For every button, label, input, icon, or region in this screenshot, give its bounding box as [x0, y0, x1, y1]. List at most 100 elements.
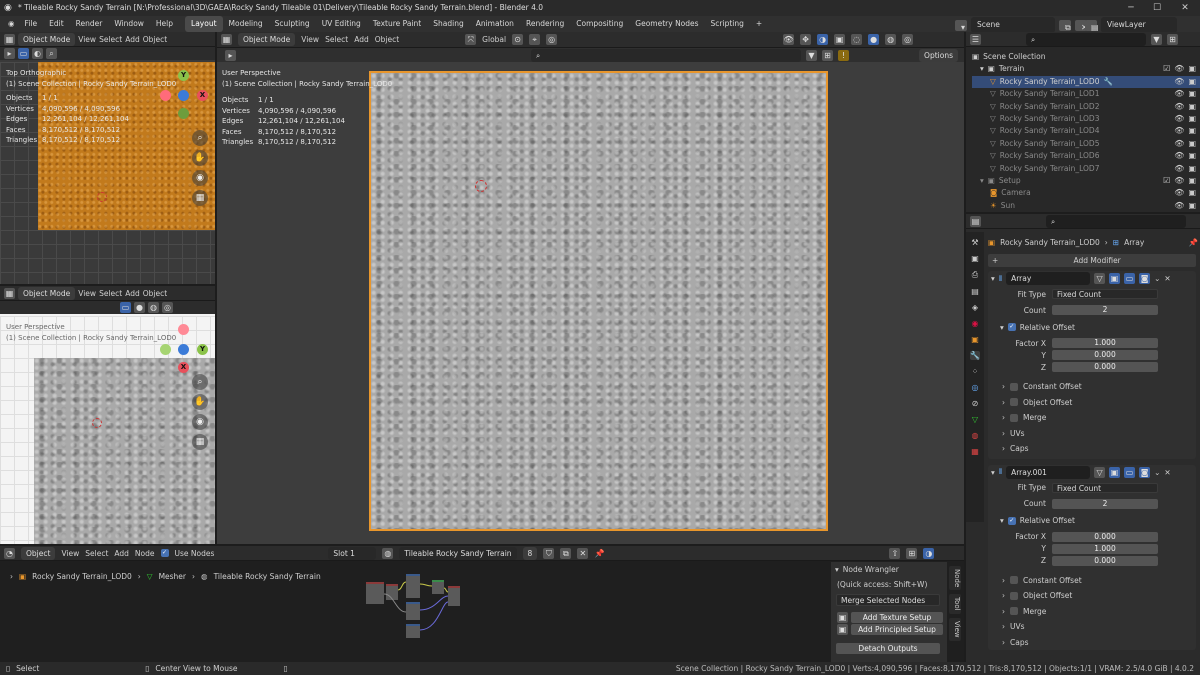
- dropdown-icon[interactable]: ⌄: [1154, 274, 1160, 283]
- caps-subpanel[interactable]: › Caps: [988, 635, 1196, 651]
- minimize-icon[interactable]: ─: [1118, 0, 1144, 16]
- grid-toggle-icon[interactable]: ▦: [192, 434, 208, 450]
- eye-icon[interactable]: 👁: [1174, 113, 1184, 125]
- add-menu[interactable]: Add: [114, 549, 129, 558]
- camera-icon[interactable]: ▣: [1188, 138, 1196, 150]
- tab-layout[interactable]: Layout: [185, 16, 223, 32]
- mode-select[interactable]: Object Mode: [18, 286, 76, 300]
- gizmo-y-axis[interactable]: Y: [197, 344, 208, 355]
- tab-uv-editing[interactable]: UV Editing: [316, 16, 367, 32]
- new-collection-icon[interactable]: ⊞: [1167, 33, 1178, 45]
- eye-icon[interactable]: 👁: [1174, 88, 1184, 100]
- constraints-tab-icon[interactable]: ⊘: [972, 399, 979, 408]
- merge-subpanel[interactable]: › Merge: [988, 410, 1196, 426]
- navigation-gizmo[interactable]: Y X: [160, 324, 208, 373]
- uvs-subpanel[interactable]: › UVs: [988, 619, 1196, 635]
- scene-field[interactable]: Scene: [971, 17, 1055, 33]
- data-tab-icon[interactable]: ▽: [972, 415, 978, 424]
- zoom-icon[interactable]: ⌕: [192, 374, 208, 390]
- tab-node[interactable]: Node: [949, 566, 961, 591]
- tree-root[interactable]: ▣ Scene Collection: [972, 51, 1200, 63]
- gizmo-x-axis[interactable]: X: [197, 90, 208, 101]
- close-window-icon[interactable]: ✕: [1172, 0, 1198, 16]
- camera-icon[interactable]: ▣: [1188, 113, 1196, 125]
- tree-item-lod1[interactable]: ▽ Rocky Sandy Terrain_LOD1 👁 ▣: [972, 88, 1200, 100]
- cursor-tool-icon[interactable]: ▸: [225, 49, 236, 61]
- eye-icon[interactable]: 👁: [1174, 138, 1184, 150]
- fit-type-dropdown[interactable]: Fixed Count: [1052, 289, 1158, 299]
- editor-type-icon[interactable]: ▦: [221, 34, 232, 45]
- factor-z-field[interactable]: 0.000: [1052, 362, 1158, 372]
- camera-icon[interactable]: ▣: [1188, 63, 1196, 75]
- viewport-user-perspective-small[interactable]: ▦ Object Mode View Select Add Object ▭ ●…: [0, 286, 215, 544]
- constant-offset-checkbox[interactable]: [1010, 576, 1018, 585]
- snapping-icon[interactable]: ⊞: [822, 49, 833, 61]
- shading-rendered-icon[interactable]: ◎: [902, 34, 914, 45]
- snapping-icon[interactable]: ⊞: [906, 547, 918, 559]
- gizmo-z-axis[interactable]: [178, 90, 189, 101]
- select-menu[interactable]: Select: [325, 35, 348, 44]
- unlink-material-icon[interactable]: ✕: [577, 547, 589, 559]
- tab-tool[interactable]: Tool: [949, 594, 961, 614]
- viewport-canvas[interactable]: Top Orthographic (1) Scene Collection | …: [0, 62, 215, 284]
- gizmo-z-axis[interactable]: [178, 344, 189, 355]
- shading-solid-icon[interactable]: ●: [868, 34, 880, 45]
- viewport-main[interactable]: ▦ Object Mode View Select Add Object ⤧ G…: [217, 32, 964, 544]
- fit-type-dropdown[interactable]: Fixed Count: [1052, 482, 1158, 493]
- options-button[interactable]: Options: [919, 48, 958, 62]
- mode-select[interactable]: Object Mode: [238, 33, 296, 46]
- view-layer-icon[interactable]: ▤: [1085, 19, 1099, 32]
- collapse-icon[interactable]: ▾: [991, 468, 995, 477]
- tab-modeling[interactable]: Modeling: [223, 16, 269, 32]
- count-field[interactable]: 2: [1052, 305, 1158, 315]
- tree-item-lod4[interactable]: ▽ Rocky Sandy Terrain_LOD4 👁 ▣: [972, 125, 1200, 137]
- menu-window[interactable]: Window: [108, 16, 150, 32]
- render-toggle-icon[interactable]: ◙: [1139, 273, 1151, 284]
- tab-shading[interactable]: Shading: [427, 16, 469, 32]
- material-name-field[interactable]: Tileable Rocky Sandy Terrain: [399, 546, 517, 560]
- editor-type-icon[interactable]: ▦: [4, 33, 15, 45]
- fake-user-icon[interactable]: ⛉: [543, 547, 555, 559]
- camera-icon[interactable]: ◉: [192, 414, 208, 430]
- relative-offset-checkbox[interactable]: ✓: [1007, 516, 1016, 525]
- shading-material-icon[interactable]: ◍: [885, 34, 897, 45]
- terrain-mesh-perspective[interactable]: [34, 358, 215, 544]
- cage-toggle-icon[interactable]: ▣: [1109, 273, 1121, 284]
- camera-icon[interactable]: ▣: [1188, 163, 1196, 175]
- menu-file[interactable]: File: [19, 16, 44, 32]
- world-tab-icon[interactable]: ◉: [972, 319, 979, 328]
- view-menu[interactable]: View: [301, 35, 319, 44]
- gizmo-x-axis[interactable]: X: [178, 362, 189, 373]
- object-menu[interactable]: Object: [375, 35, 399, 44]
- uvs-subpanel[interactable]: › UVs: [988, 426, 1196, 442]
- constant-offset-subpanel[interactable]: › Constant Offset: [988, 379, 1196, 395]
- menu-render[interactable]: Render: [70, 16, 109, 32]
- gizmo-neg-y-axis[interactable]: [160, 344, 171, 355]
- relative-offset-subpanel[interactable]: ▾ ✓ Relative Offset: [988, 513, 1196, 529]
- relative-offset-checkbox[interactable]: ✓: [1007, 323, 1016, 331]
- eye-icon[interactable]: 👁: [1174, 101, 1184, 113]
- tab-geometry-nodes[interactable]: Geometry Nodes: [629, 16, 704, 32]
- count-field[interactable]: 2: [1052, 498, 1158, 509]
- view-layer-field[interactable]: ViewLayer: [1101, 17, 1177, 33]
- factor-x-field[interactable]: 0.000: [1052, 531, 1158, 542]
- node-wrangler-header[interactable]: ▾ Node Wrangler: [831, 562, 947, 577]
- view-menu[interactable]: View: [78, 289, 96, 298]
- constant-offset-subpanel[interactable]: › Constant Offset: [988, 573, 1196, 589]
- proportional-edit-icon[interactable]: ◎: [546, 34, 558, 45]
- orientation-select[interactable]: Global: [482, 35, 506, 44]
- detach-outputs-button[interactable]: Detach Outputs: [836, 643, 940, 654]
- pin-icon[interactable]: 📌: [594, 548, 605, 559]
- menu-help[interactable]: Help: [150, 16, 179, 32]
- parent-node-tree-icon[interactable]: ⇧: [889, 547, 901, 559]
- tree-item-lod0[interactable]: ▽ Rocky Sandy Terrain_LOD0 🔧 👁 ▣: [972, 75, 1200, 89]
- node-menu[interactable]: Node: [135, 549, 155, 558]
- outliner-search-input[interactable]: ⌕: [1026, 32, 1146, 46]
- gizmo-neg-x-axis[interactable]: [178, 324, 189, 335]
- render-tab-icon[interactable]: ▣: [971, 254, 979, 263]
- modifier-tab-icon[interactable]: 🔧: [970, 351, 980, 360]
- editor-type-icon[interactable]: ◔: [4, 547, 15, 559]
- remove-modifier-icon[interactable]: ✕: [1164, 274, 1170, 283]
- merge-nodes-dropdown[interactable]: Merge Selected Nodes: [836, 594, 940, 606]
- remove-modifier-icon[interactable]: ✕: [1164, 468, 1170, 477]
